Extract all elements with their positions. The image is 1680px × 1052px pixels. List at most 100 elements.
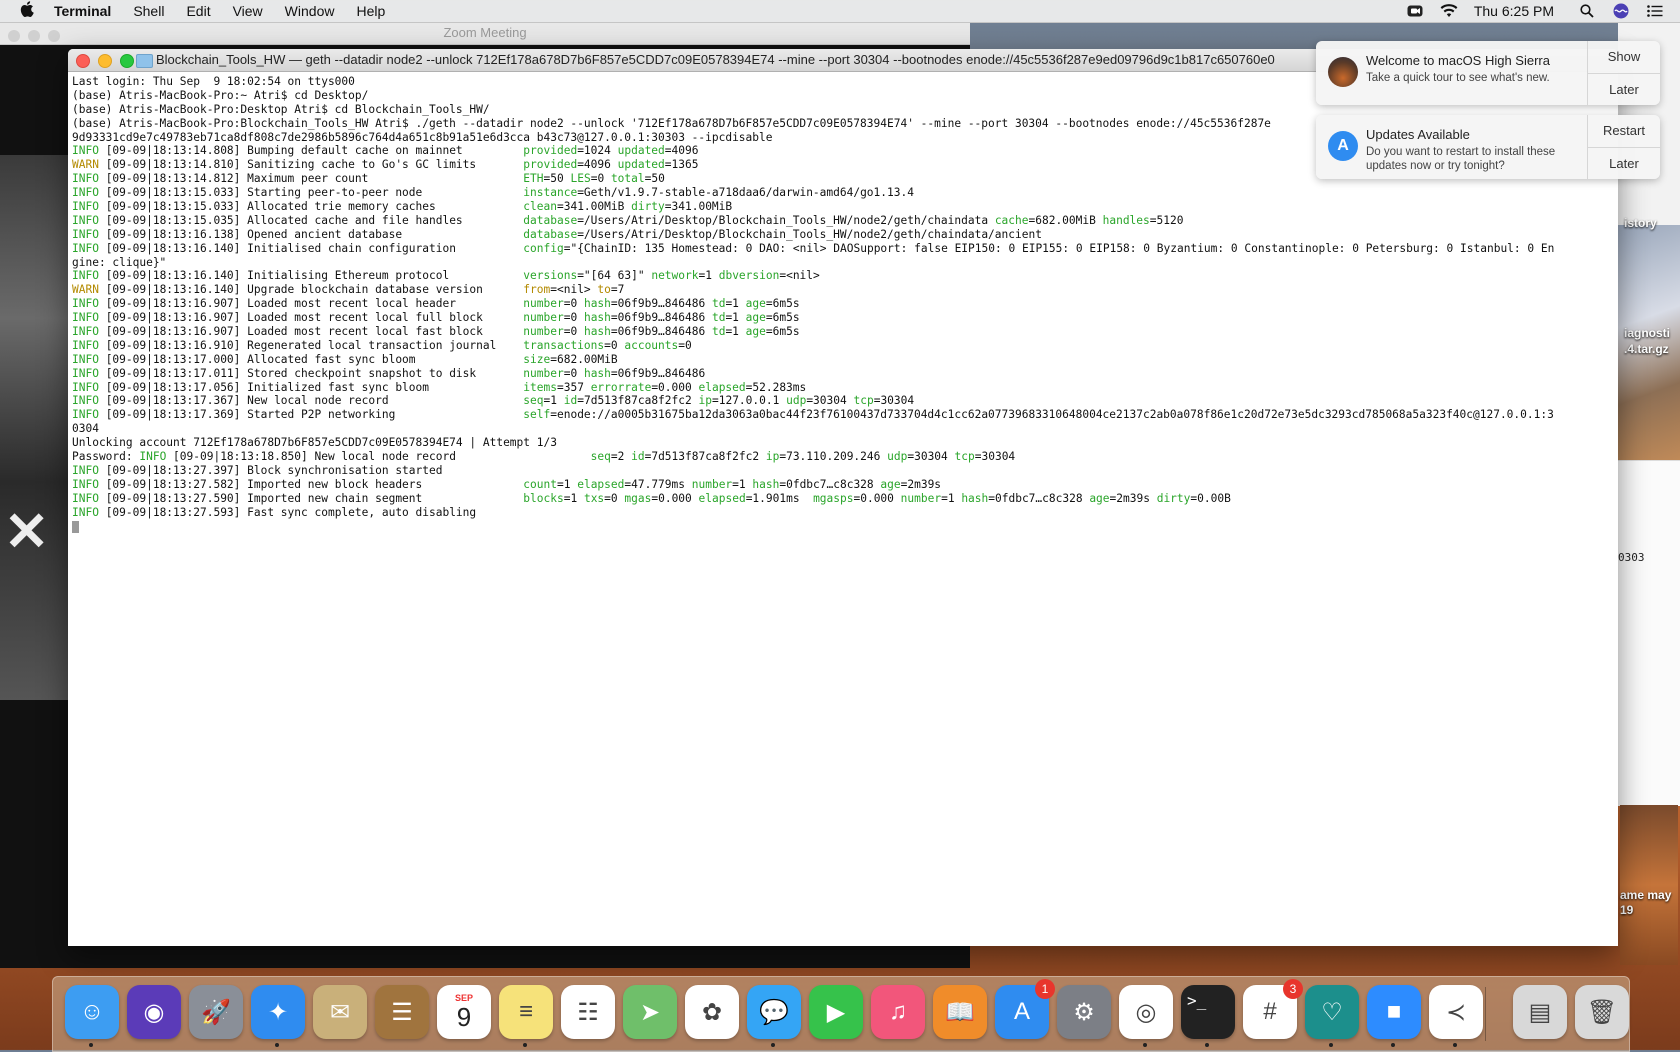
desktop-label[interactable]: 19 [1620, 903, 1633, 917]
terminal-line: WARN [09-09|18:13:16.140] Upgrade blockc… [72, 283, 625, 297]
menu-help[interactable]: Help [356, 3, 385, 19]
desktop-label: istory [1624, 216, 1657, 230]
notification-macos-welcome[interactable]: Welcome to macOS High Sierra Take a quic… [1316, 41, 1660, 105]
notification-center-icon[interactable] [1646, 4, 1664, 18]
terminal-line: INFO [09-09|18:13:17.000] Allocated fast… [72, 352, 618, 366]
running-indicator [1391, 1043, 1395, 1047]
zoom-titlebar[interactable]: Zoom Meeting [0, 22, 970, 45]
close-button[interactable] [76, 54, 90, 68]
terminal-line: INFO [09-09|18:13:16.140] Initialising E… [72, 269, 820, 283]
system-preferences-icon[interactable]: ⚙ [1057, 985, 1111, 1039]
video-camera-status-icon[interactable] [1406, 4, 1424, 18]
menubar: Terminal Shell Edit View Window Help Thu… [0, 0, 1680, 23]
menu-shell[interactable]: Shell [133, 3, 164, 19]
terminal-line: INFO [09-09|18:13:17.056] Initialized fa… [72, 380, 807, 394]
terminal-line: Unlocking account 712Ef178a678D7b6F857e5… [72, 436, 557, 450]
calendar-icon[interactable]: SEP 9 [437, 985, 491, 1039]
app-store-notification-icon: A [1328, 131, 1358, 161]
desktop-window-behind [1618, 460, 1680, 806]
notification-title: Updates Available [1366, 127, 1470, 142]
terminal-line: Password: INFO [09-09|18:13:18.850] New … [72, 450, 1016, 464]
reminders-icon[interactable]: ☷ [561, 985, 615, 1039]
terminal-line: INFO [09-09|18:13:27.397] Block synchron… [72, 463, 443, 477]
desktop-label[interactable]: iagnosti [1624, 326, 1670, 340]
notification-updates-available[interactable]: A Updates Available Do you want to resta… [1316, 115, 1660, 179]
dock: ☺ ◉ 🚀 ✦ ✉ ☰ SEP 9 ≡ ☷ ➤ ✿ 💬 ▶ ♫ 📖 A 1 ⚙ ◎ >_ #3 ♡ ■ ≺ ▤ 🗑 [52, 976, 1630, 1052]
running-indicator [89, 1043, 93, 1047]
running-indicator [1205, 1043, 1209, 1047]
terminal-line: INFO [09-09|18:13:16.910] Regenerated lo… [72, 338, 692, 352]
apple-menu-icon[interactable] [20, 1, 36, 21]
zoom-icon[interactable]: ■ [1367, 985, 1421, 1047]
terminal-line: INFO [09-09|18:13:16.907] Loaded most re… [72, 325, 800, 339]
terminal-line: INFO [09-09|18:13:16.907] Loaded most re… [72, 311, 800, 325]
notification-body: Take a quick tour to see what's new. [1366, 72, 1550, 84]
safari-icon[interactable]: ✦ [251, 985, 305, 1047]
wave-app-icon[interactable]: ♡ [1305, 985, 1359, 1047]
messages-icon[interactable]: 💬 [747, 985, 801, 1047]
zoom-video-feed: ✕ [0, 155, 68, 700]
trash-icon[interactable]: 🗑 [1575, 985, 1629, 1039]
itunes-icon[interactable]: ♫ [871, 985, 925, 1039]
folder-icon [136, 54, 153, 68]
facetime-icon[interactable]: ▶ [809, 985, 863, 1039]
photos-icon[interactable]: ✿ [685, 985, 739, 1039]
contacts-icon[interactable]: ☰ [375, 985, 429, 1039]
app-store-icon[interactable]: A1 [995, 979, 1055, 1039]
zoom-window-title: Zoom Meeting [443, 25, 527, 40]
terminal-window-title: Blockchain_Tools_HW — geth --datadir nod… [156, 52, 1275, 67]
maps-icon[interactable]: ➤ [623, 985, 677, 1039]
running-indicator [771, 1043, 775, 1047]
later-button[interactable]: Later [1588, 147, 1660, 179]
finder-icon[interactable]: ☺ [65, 985, 119, 1047]
terminal-line: INFO [09-09|18:13:27.593] Fast sync comp… [72, 505, 477, 519]
terminal-line: INFO [09-09|18:13:16.140] Initialised ch… [72, 241, 1555, 255]
macos-installer-icon [1328, 57, 1358, 87]
running-indicator [1329, 1043, 1333, 1047]
running-indicator [275, 1043, 279, 1047]
menubar-clock[interactable]: Thu 6:25 PM [1474, 3, 1554, 19]
chrome-icon[interactable]: ◎ [1119, 985, 1173, 1047]
minimize-button[interactable] [98, 54, 112, 68]
slack-icon[interactable]: #3 [1243, 979, 1303, 1039]
desktop-label[interactable]: .4.tar.gz [1624, 342, 1669, 356]
zoom-button[interactable] [120, 54, 134, 68]
video-symbol-icon: ✕ [4, 502, 50, 562]
terminal-line: INFO [09-09|18:13:27.590] Imported new c… [72, 491, 1231, 505]
menu-app-name[interactable]: Terminal [54, 3, 111, 19]
show-button[interactable]: Show [1588, 41, 1660, 73]
window-controls [76, 54, 142, 68]
terminal-output[interactable]: Last login: Thu Sep 9 18:02:54 on ttys00… [68, 72, 1618, 938]
terminal-line: INFO [09-09|18:13:17.369] Started P2P ne… [72, 408, 1554, 422]
siri-icon[interactable]: ◉ [127, 985, 181, 1039]
terminal-line: INFO [09-09|18:13:15.033] Allocated trie… [72, 200, 733, 214]
mail-icon[interactable]: ✉ [313, 985, 367, 1039]
terminal-icon[interactable]: >_ [1181, 985, 1235, 1047]
notification-title: Welcome to macOS High Sierra [1366, 53, 1550, 68]
desktop-file-thumbnail[interactable] [1620, 805, 1678, 965]
desktop-label: 0303 [1618, 551, 1645, 564]
wifi-icon[interactable] [1440, 4, 1458, 18]
notification-body: Do you want to restart to install these … [1366, 146, 1556, 172]
terminal-line: INFO [09-09|18:13:16.907] Loaded most re… [72, 297, 800, 311]
terminal-window[interactable]: Blockchain_Tools_HW — geth --datadir nod… [68, 49, 1618, 946]
notes-icon[interactable]: ≡ [499, 985, 553, 1047]
launchpad-icon[interactable]: 🚀 [189, 985, 243, 1039]
menu-window[interactable]: Window [285, 3, 335, 19]
ibooks-icon[interactable]: 📖 [933, 985, 987, 1039]
terminal-line: gine: clique}" [72, 255, 167, 269]
restart-button[interactable]: Restart [1588, 115, 1660, 147]
zoom-window-controls[interactable] [8, 27, 68, 49]
documents-icon[interactable]: ▤ [1513, 985, 1567, 1039]
siri-menubar-icon[interactable] [1612, 3, 1630, 19]
spotlight-search-icon[interactable] [1578, 4, 1596, 18]
vscode-icon[interactable]: ≺ [1429, 985, 1483, 1047]
notification-actions: Show Later [1587, 41, 1660, 105]
menu-view[interactable]: View [233, 3, 263, 19]
menu-edit[interactable]: Edit [186, 3, 210, 19]
terminal-line: INFO [09-09|18:13:17.367] New local node… [72, 394, 915, 408]
desktop-label[interactable]: ame may [1620, 888, 1671, 902]
running-indicator [1143, 1043, 1147, 1047]
notification-badge: 3 [1283, 979, 1303, 999]
later-button[interactable]: Later [1588, 73, 1660, 105]
